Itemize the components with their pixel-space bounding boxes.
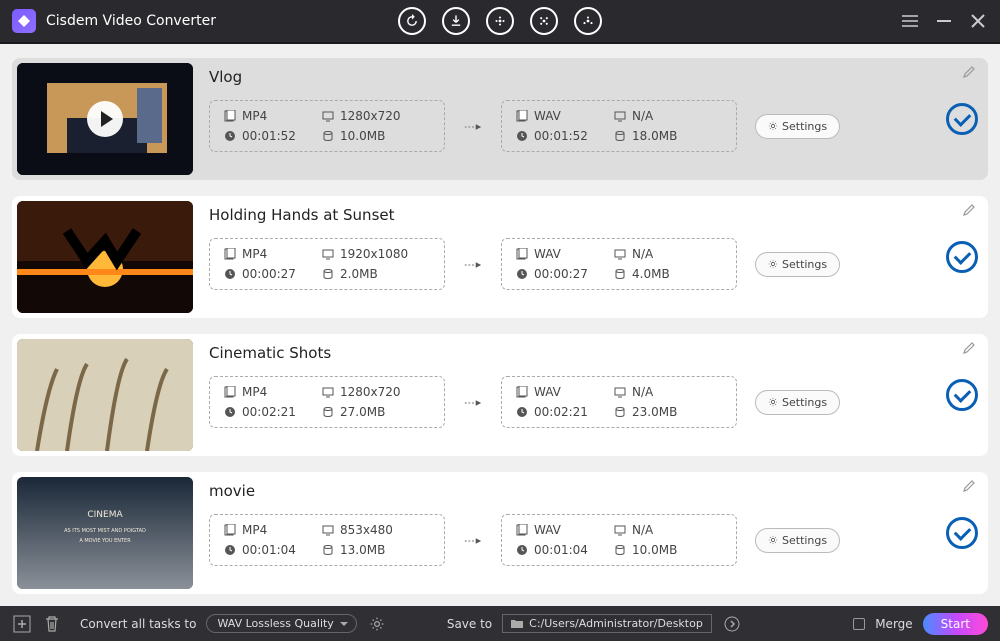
conversion-row[interactable]: CINEMA AS ITS MOST MIST AND POIGTAD A MOVI… bbox=[12, 472, 988, 594]
merge-label: Merge bbox=[875, 617, 912, 631]
arrow-icon bbox=[463, 531, 483, 550]
add-file-button[interactable] bbox=[12, 614, 32, 634]
video-name: movie bbox=[209, 482, 930, 500]
edit-icon[interactable] bbox=[962, 340, 978, 356]
arrow-icon bbox=[463, 117, 483, 136]
media-icon[interactable] bbox=[574, 7, 602, 35]
size-label: 23.0MB bbox=[632, 405, 677, 419]
resolution-label: N/A bbox=[632, 523, 653, 537]
size-label: 27.0MB bbox=[340, 405, 385, 419]
svg-text:AS ITS MOST MIST AND POIGTAD: AS ITS MOST MIST AND POIGTAD bbox=[64, 528, 146, 534]
menu-icon[interactable] bbox=[900, 11, 920, 31]
video-name: Holding Hands at Sunset bbox=[209, 206, 930, 224]
format-label: WAV bbox=[534, 385, 561, 399]
dst-info-box: WAV N/A 00:00:27 4.0MB bbox=[501, 238, 737, 290]
src-info-box: MP4 1280x720 00:01:52 10.0MB bbox=[209, 100, 445, 152]
save-to-label: Save to bbox=[447, 617, 492, 631]
film-icon[interactable] bbox=[530, 7, 558, 35]
size-label: 4.0MB bbox=[632, 267, 670, 281]
task-checkbox[interactable] bbox=[946, 517, 978, 549]
titlebar: Cisdem Video Converter bbox=[0, 0, 1000, 44]
arrow-icon bbox=[463, 255, 483, 274]
size-label: 10.0MB bbox=[340, 129, 385, 143]
size-label: 18.0MB bbox=[632, 129, 677, 143]
resolution-label: N/A bbox=[632, 247, 653, 261]
video-name: Cinematic Shots bbox=[209, 344, 930, 362]
settings-button[interactable]: Settings bbox=[755, 390, 840, 415]
app-title: Cisdem Video Converter bbox=[46, 13, 216, 29]
app-logo bbox=[12, 9, 36, 33]
footer: Convert all tasks to WAV Lossless Qualit… bbox=[0, 606, 1000, 641]
convert-icon[interactable] bbox=[398, 7, 426, 35]
save-path-field[interactable]: C:/Users/Administrator/Desktop bbox=[502, 614, 712, 633]
format-label: WAV bbox=[534, 247, 561, 261]
edit-icon[interactable] bbox=[962, 202, 978, 218]
dst-info-box: WAV N/A 00:02:21 23.0MB bbox=[501, 376, 737, 428]
output-format-select[interactable]: WAV Lossless Quality bbox=[206, 614, 356, 633]
resolution-label: 853x480 bbox=[340, 523, 393, 537]
arrow-icon bbox=[463, 393, 483, 412]
download-icon[interactable] bbox=[442, 7, 470, 35]
toolbar bbox=[398, 7, 602, 35]
conversion-list: Vlog MP4 1280x720 00:01:52 10.0MB WAV N/A 00:01… bbox=[0, 44, 1000, 604]
task-checkbox[interactable] bbox=[946, 379, 978, 411]
play-icon[interactable] bbox=[87, 101, 123, 137]
format-label: MP4 bbox=[242, 385, 267, 399]
video-name: Vlog bbox=[209, 68, 930, 86]
merge-checkbox[interactable] bbox=[853, 618, 865, 630]
minimize-icon[interactable] bbox=[934, 11, 954, 31]
format-label: MP4 bbox=[242, 247, 267, 261]
dst-info-box: WAV N/A 00:01:52 18.0MB bbox=[501, 100, 737, 152]
duration-label: 00:01:04 bbox=[534, 543, 588, 557]
size-label: 13.0MB bbox=[340, 543, 385, 557]
duration-label: 00:02:21 bbox=[242, 405, 296, 419]
size-label: 10.0MB bbox=[632, 543, 677, 557]
resolution-label: N/A bbox=[632, 109, 653, 123]
dst-info-box: WAV N/A 00:01:04 10.0MB bbox=[501, 514, 737, 566]
close-icon[interactable] bbox=[968, 11, 988, 31]
resolution-label: 1280x720 bbox=[340, 385, 401, 399]
format-label: MP4 bbox=[242, 523, 267, 537]
svg-text:A MOVIE YOU ENTER: A MOVIE YOU ENTER bbox=[79, 538, 131, 544]
video-thumbnail[interactable] bbox=[17, 339, 193, 451]
video-thumbnail[interactable]: CINEMA AS ITS MOST MIST AND POIGTAD A MOVI… bbox=[17, 477, 193, 589]
edit-icon[interactable] bbox=[962, 478, 978, 494]
format-label: WAV bbox=[534, 109, 561, 123]
duration-label: 00:01:04 bbox=[242, 543, 296, 557]
reel-icon[interactable] bbox=[486, 7, 514, 35]
task-checkbox[interactable] bbox=[946, 103, 978, 135]
size-label: 2.0MB bbox=[340, 267, 378, 281]
duration-label: 00:00:27 bbox=[534, 267, 588, 281]
video-thumbnail[interactable] bbox=[17, 63, 193, 175]
convert-all-label: Convert all tasks to bbox=[80, 617, 196, 631]
format-label: MP4 bbox=[242, 109, 267, 123]
settings-button[interactable]: Settings bbox=[755, 252, 840, 277]
window-controls bbox=[900, 11, 988, 31]
src-info-box: MP4 1280x720 00:02:21 27.0MB bbox=[209, 376, 445, 428]
resolution-label: 1920x1080 bbox=[340, 247, 408, 261]
conversion-row[interactable]: Holding Hands at Sunset MP4 1920x1080 00:00… bbox=[12, 196, 988, 318]
conversion-row[interactable]: Cinematic Shots MP4 1280x720 00:02:21 27.0MB… bbox=[12, 334, 988, 456]
browse-button[interactable] bbox=[722, 614, 742, 634]
start-button[interactable]: Start bbox=[923, 613, 988, 635]
video-thumbnail[interactable] bbox=[17, 201, 193, 313]
resolution-label: 1280x720 bbox=[340, 109, 401, 123]
task-checkbox[interactable] bbox=[946, 241, 978, 273]
resolution-label: N/A bbox=[632, 385, 653, 399]
duration-label: 00:00:27 bbox=[242, 267, 296, 281]
duration-label: 00:01:52 bbox=[242, 129, 296, 143]
src-info-box: MP4 1920x1080 00:00:27 2.0MB bbox=[209, 238, 445, 290]
conversion-row[interactable]: Vlog MP4 1280x720 00:01:52 10.0MB WAV N/A 00:01… bbox=[12, 58, 988, 180]
folder-icon bbox=[511, 619, 523, 629]
edit-icon[interactable] bbox=[962, 64, 978, 80]
trash-icon[interactable] bbox=[42, 614, 62, 634]
settings-button[interactable]: Settings bbox=[755, 114, 840, 139]
footer-settings-icon[interactable] bbox=[367, 614, 387, 634]
settings-button[interactable]: Settings bbox=[755, 528, 840, 553]
svg-text:CINEMA: CINEMA bbox=[87, 510, 123, 520]
duration-label: 00:02:21 bbox=[534, 405, 588, 419]
duration-label: 00:01:52 bbox=[534, 129, 588, 143]
format-label: WAV bbox=[534, 523, 561, 537]
src-info-box: MP4 853x480 00:01:04 13.0MB bbox=[209, 514, 445, 566]
